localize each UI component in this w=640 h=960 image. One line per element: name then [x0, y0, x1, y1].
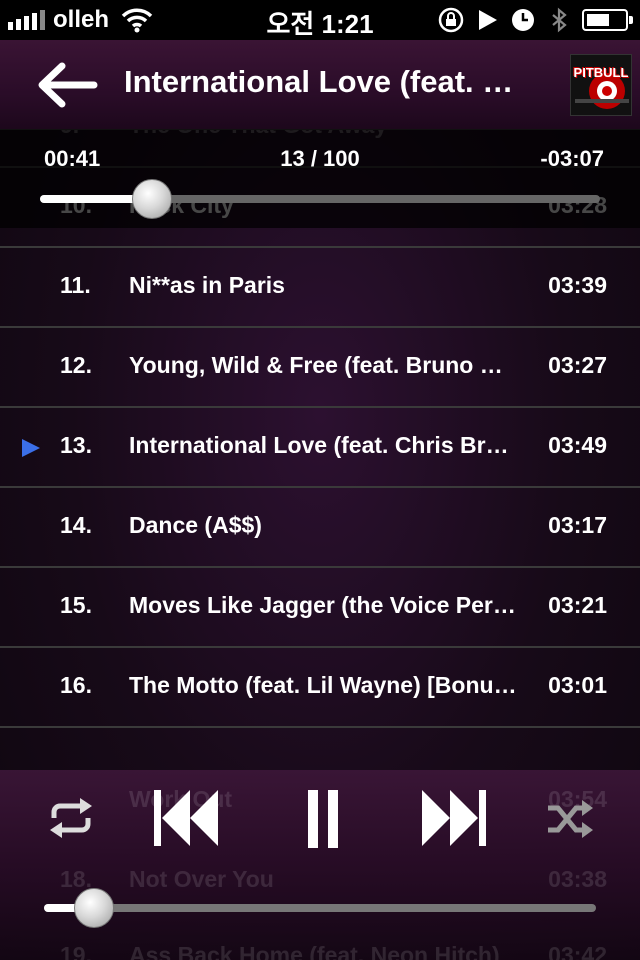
- track-duration: 03:39: [548, 272, 607, 298]
- track-duration: 03:49: [548, 432, 607, 458]
- track-number: 13.: [60, 432, 92, 458]
- album-art-text: PITBULL: [573, 65, 629, 80]
- track-row-playing[interactable]: 13. International Love (feat. Chris Brown…: [0, 408, 640, 488]
- play-status-icon: [479, 10, 497, 30]
- track-row[interactable]: 14. Dance (A$$) 03:17: [0, 488, 640, 568]
- player-controls: Work Out 03:54 18. Not Over You 03:38 19…: [0, 770, 640, 960]
- progress-slider-knob[interactable]: [132, 179, 172, 219]
- track-title: Moves Like Jagger (the Voice Performance…: [129, 592, 517, 618]
- rotation-lock-icon: [438, 7, 464, 33]
- now-playing-indicator-icon: [22, 439, 40, 457]
- track-duration: 03:17: [548, 512, 607, 538]
- track-number: 14.: [60, 512, 92, 538]
- track-row[interactable]: 12. Young, Wild & Free (feat. Bruno Mars)…: [0, 328, 640, 408]
- status-right: [438, 4, 634, 36]
- track-number: 16.: [60, 672, 92, 698]
- track-duration: 03:21: [548, 592, 607, 618]
- previous-track-icon[interactable]: [154, 790, 220, 846]
- track-number: 11.: [60, 272, 91, 298]
- album-art-thumbnail[interactable]: PITBULL: [570, 54, 632, 116]
- next-track-icon[interactable]: [420, 790, 486, 846]
- alarm-icon: [512, 9, 534, 31]
- track-number: 15.: [60, 592, 92, 618]
- track-title: Ni**as in Paris: [129, 272, 285, 298]
- playback-progress-panel: 00:41 13 / 100 -03:07: [0, 130, 640, 228]
- repeat-icon[interactable]: [48, 798, 94, 838]
- track-row[interactable]: 15. Moves Like Jagger (the Voice Performa…: [0, 568, 640, 648]
- battery-icon: [582, 9, 633, 31]
- ghost-row-title: Ass Back Home (feat. Neon Hitch): [129, 942, 500, 960]
- ghost-row-duration: 03:38: [548, 866, 607, 892]
- back-arrow-icon[interactable]: [32, 58, 102, 112]
- ghost-row-duration: 03:42: [548, 942, 607, 960]
- track-title: Young, Wild & Free (feat. Bruno Mars): [129, 352, 517, 378]
- track-title: The Motto (feat. Lil Wayne) [Bonus Track…: [129, 672, 517, 698]
- pause-icon[interactable]: [308, 790, 340, 848]
- ghost-row-number: 19.: [60, 942, 92, 960]
- track-title: Dance (A$$): [129, 512, 262, 538]
- track-duration: 03:27: [548, 352, 607, 378]
- track-title: International Love (feat. Chris Brown): [129, 432, 517, 458]
- now-playing-title: International Love (feat. Chris Brown): [124, 64, 524, 99]
- remaining-time: -03:07: [540, 146, 604, 171]
- header-bar: International Love (feat. Chris Brown) P…: [0, 40, 640, 130]
- track-number: 12.: [60, 352, 92, 378]
- volume-track[interactable]: [44, 904, 596, 912]
- track-row[interactable]: 16. The Motto (feat. Lil Wayne) [Bonus Tr…: [0, 648, 640, 728]
- track-row[interactable]: 11. Ni**as in Paris 03:39: [0, 248, 640, 328]
- track-duration: 03:01: [548, 672, 607, 698]
- bluetooth-icon: [552, 7, 567, 33]
- shuffle-icon[interactable]: [546, 800, 594, 838]
- ghost-row-title: Not Over You: [129, 866, 274, 892]
- status-bar: olleh 오전 1:21: [0, 0, 640, 40]
- volume-slider-knob[interactable]: [73, 888, 114, 928]
